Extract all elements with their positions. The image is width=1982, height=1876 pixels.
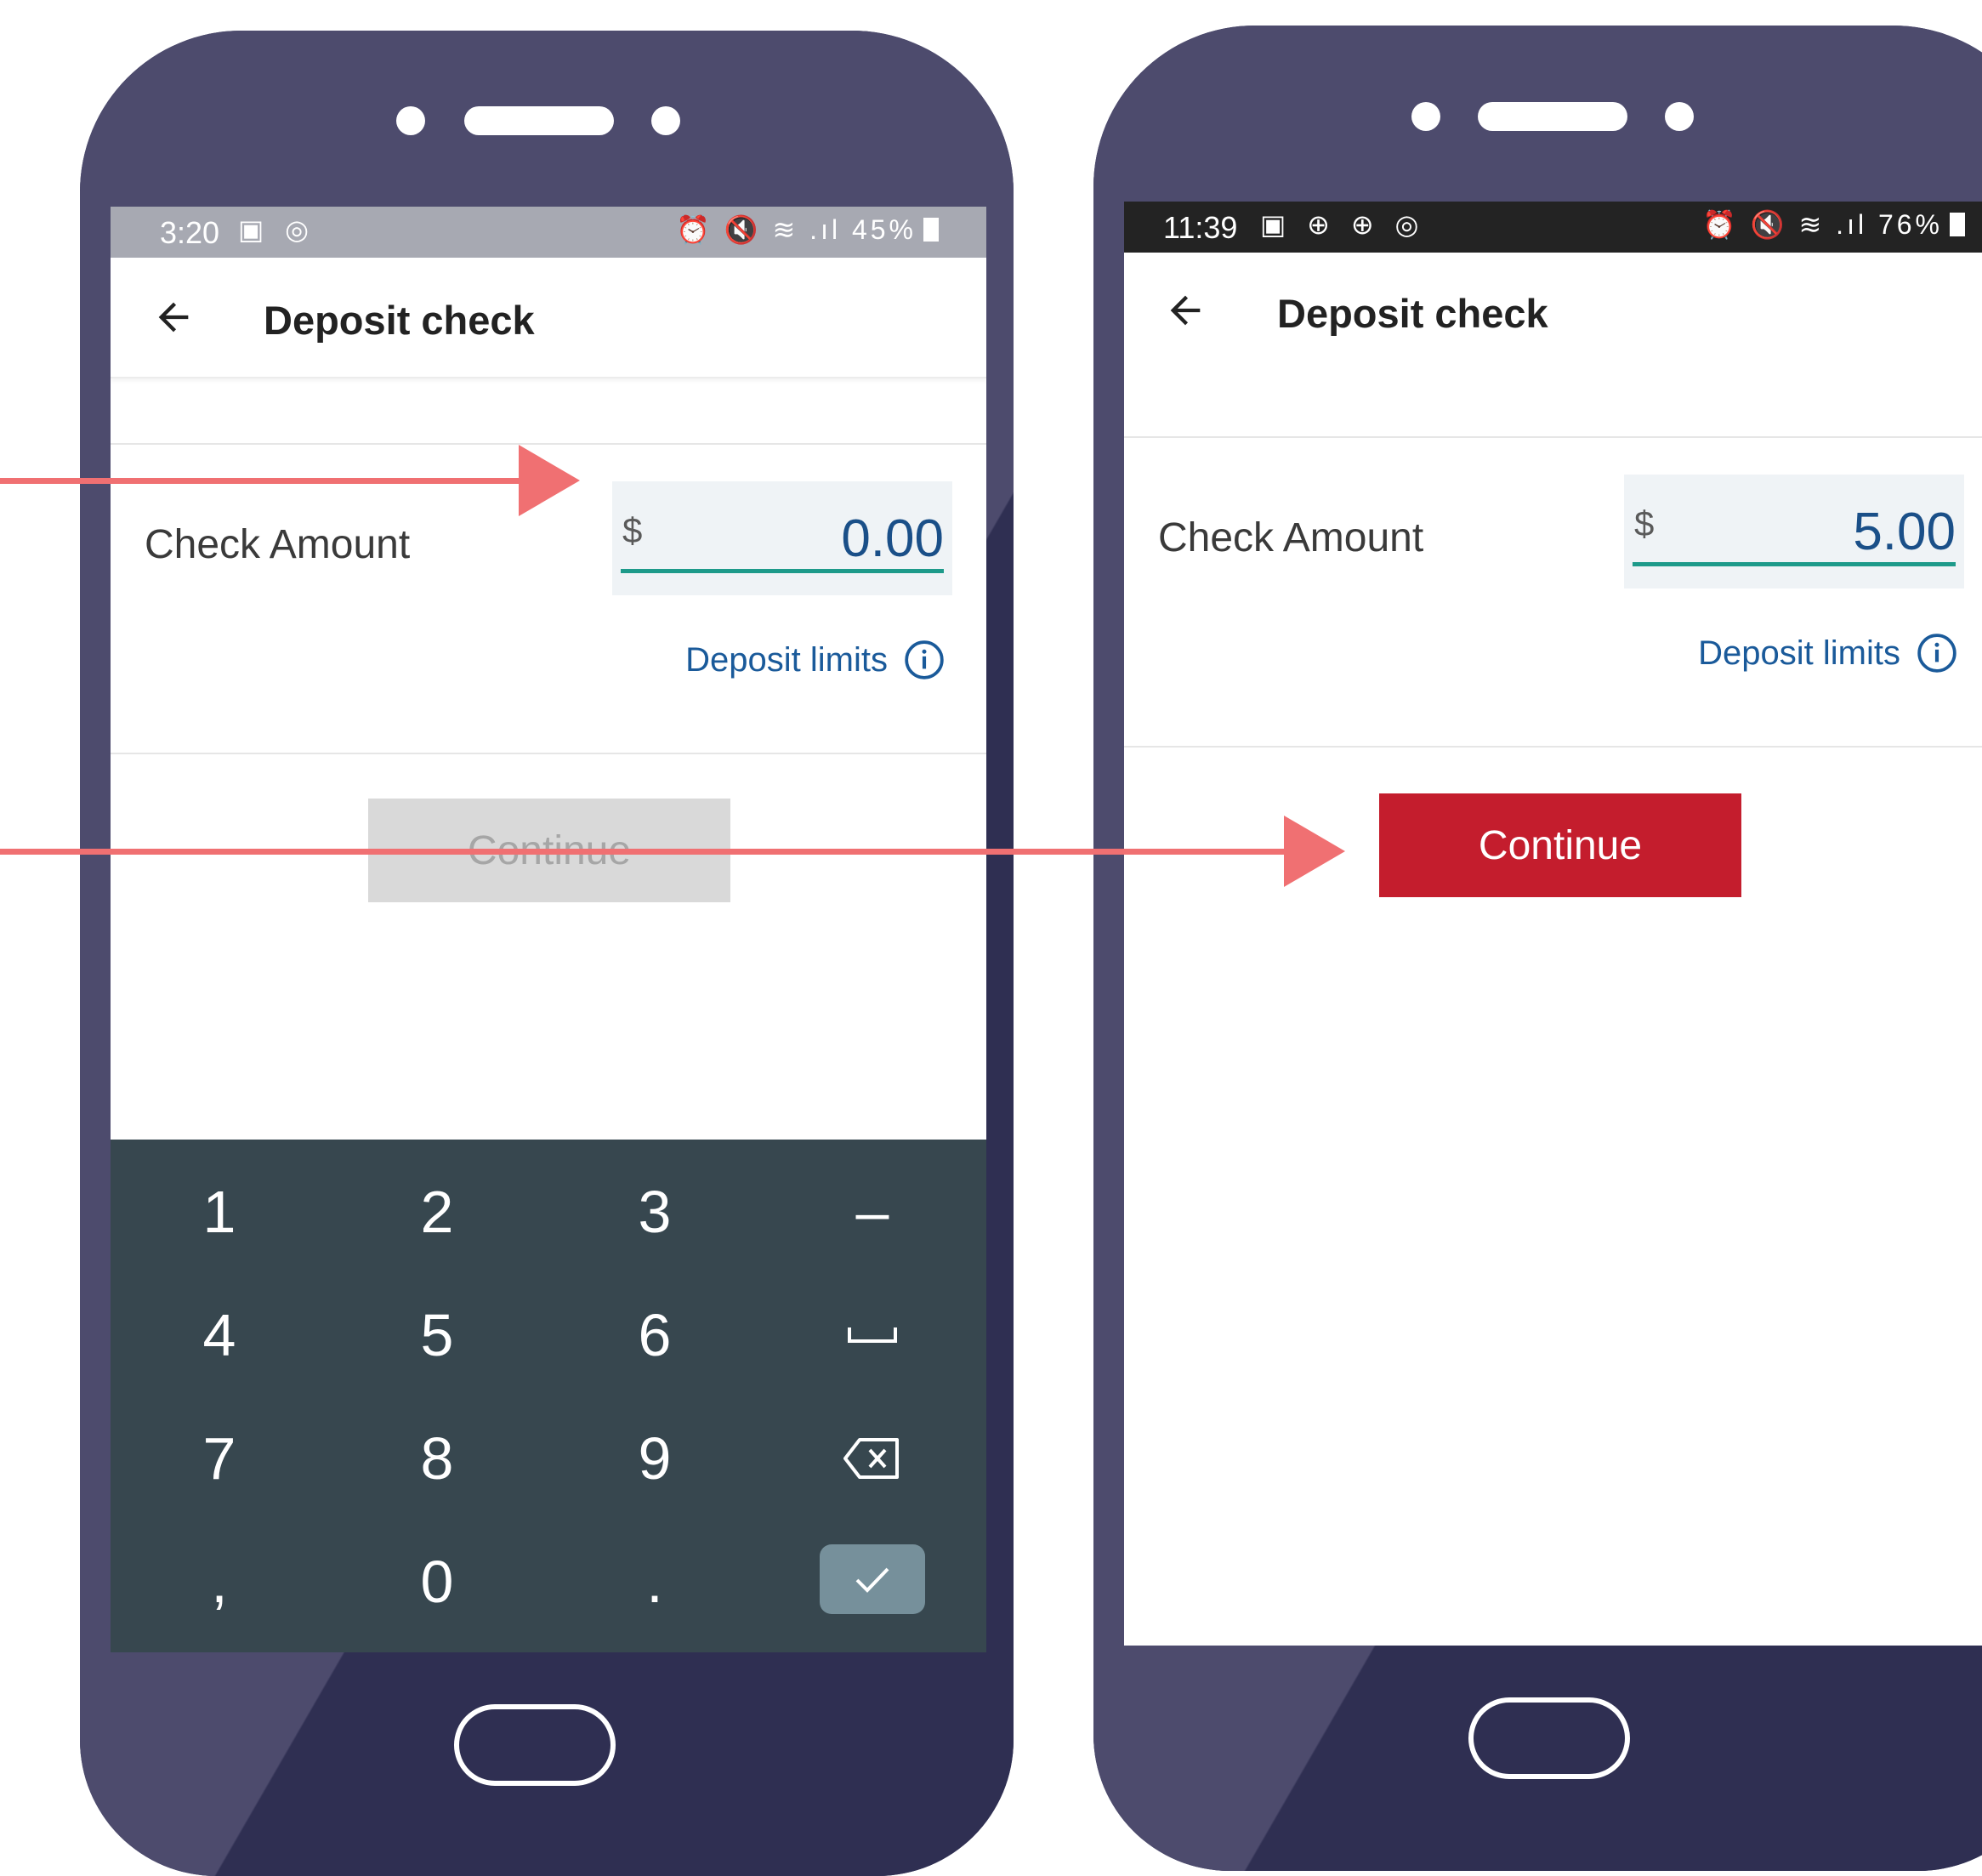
camera-dot	[1411, 102, 1440, 131]
key-comma[interactable]: ,	[111, 1522, 328, 1641]
home-button[interactable]	[454, 1704, 616, 1786]
deposit-limits-link[interactable]: Deposit limits	[685, 639, 946, 681]
info-icon[interactable]	[903, 639, 946, 681]
deposit-limits-label: Deposit limits	[685, 640, 888, 679]
key-period[interactable]: .	[546, 1522, 764, 1641]
key-6[interactable]: 6	[546, 1276, 764, 1395]
key-3[interactable]: 3	[546, 1152, 764, 1271]
battery-percent: 45%	[851, 214, 917, 245]
speaker-grille	[1478, 102, 1627, 131]
deposit-limits-link[interactable]: Deposit limits	[1698, 632, 1958, 674]
key-9[interactable]: 9	[546, 1399, 764, 1518]
amount-value: 0.00	[841, 509, 944, 568]
home-button[interactable]	[1468, 1697, 1630, 1779]
key-5[interactable]: 5	[328, 1276, 546, 1395]
system-icons: ⏰ 🔇 ≋ .ıl 76%	[1702, 208, 1965, 241]
page-title: Deposit check	[1277, 291, 1548, 336]
space-icon	[848, 1327, 897, 1343]
right-phone-screen: 11:39 ▣ ⊕ ⊕ ◎ ⏰ 🔇 ≋ .ıl 76% Deposit chec…	[1124, 202, 1982, 1646]
key-8[interactable]: 8	[328, 1399, 546, 1518]
continue-button[interactable]: Continue	[1379, 793, 1741, 897]
backspace-key[interactable]	[764, 1399, 981, 1518]
sensor-dot	[651, 106, 680, 135]
speaker-grille	[464, 106, 614, 135]
key-0[interactable]: 0	[328, 1522, 546, 1641]
check-amount-input[interactable]: $ 5.00	[1624, 475, 1964, 588]
deposit-limits-label: Deposit limits	[1698, 634, 1900, 672]
input-underline	[621, 569, 944, 573]
check-amount-label: Check Amount	[145, 522, 411, 567]
sensor-dot	[1665, 102, 1694, 131]
battery-icon	[1950, 213, 1965, 236]
check-amount-input[interactable]: $ 0.00	[612, 481, 952, 595]
check-amount-section: Check Amount $ 5.00 Deposit limits	[1124, 436, 1982, 748]
key-dash[interactable]: –	[764, 1152, 981, 1271]
info-icon[interactable]	[1916, 632, 1958, 674]
system-status-icons: ⏰ 🔇 ≋ .ıl	[1702, 209, 1868, 240]
numeric-keyboard: 1 2 3 – 4 5 6 7 8 9 , 0 .	[111, 1140, 986, 1652]
system-icons: ⏰ 🔇 ≋ .ıl 45%	[676, 213, 939, 246]
system-status-icons: ⏰ 🔇 ≋ .ıl	[676, 214, 842, 245]
space-key[interactable]	[764, 1276, 981, 1395]
app-bar: Deposit check	[111, 258, 986, 378]
app-bar: Deposit check	[1124, 253, 1982, 372]
check-icon	[855, 1567, 889, 1593]
key-4[interactable]: 4	[111, 1276, 328, 1395]
key-7[interactable]: 7	[111, 1399, 328, 1518]
amount-value: 5.00	[1853, 503, 1956, 561]
currency-symbol: $	[622, 510, 643, 550]
battery-percent: 76%	[1877, 209, 1943, 240]
status-time: 3:20	[160, 215, 220, 250]
done-key[interactable]	[820, 1544, 925, 1614]
status-bar: 3:20 ▣ ◎ ⏰ 🔇 ≋ .ıl 45%	[111, 207, 986, 258]
status-bar: 11:39 ▣ ⊕ ⊕ ◎ ⏰ 🔇 ≋ .ıl 76%	[1124, 202, 1982, 253]
arrow-left-icon[interactable]	[151, 295, 196, 339]
input-underline	[1633, 562, 1956, 566]
check-amount-label: Check Amount	[1158, 515, 1424, 560]
key-2[interactable]: 2	[328, 1152, 546, 1271]
notification-icons: ▣ ◎	[238, 214, 316, 245]
arrow-left-icon[interactable]	[1163, 288, 1207, 333]
annotation-arrow-continue-line	[0, 849, 1287, 855]
page-title: Deposit check	[264, 298, 535, 343]
key-1[interactable]: 1	[111, 1152, 328, 1271]
currency-symbol: $	[1634, 503, 1655, 543]
notification-icons: ▣ ⊕ ⊕ ◎	[1260, 209, 1426, 240]
annotation-arrow-continue-head	[1284, 816, 1345, 887]
camera-dot	[396, 106, 425, 135]
annotation-arrow-amount-line	[0, 478, 520, 484]
annotation-arrow-amount-head	[519, 445, 580, 516]
backspace-icon	[843, 1438, 899, 1479]
battery-icon	[923, 218, 939, 242]
left-phone-screen: 3:20 ▣ ◎ ⏰ 🔇 ≋ .ıl 45% Deposit check Che…	[111, 207, 986, 1652]
status-time: 11:39	[1163, 210, 1238, 245]
